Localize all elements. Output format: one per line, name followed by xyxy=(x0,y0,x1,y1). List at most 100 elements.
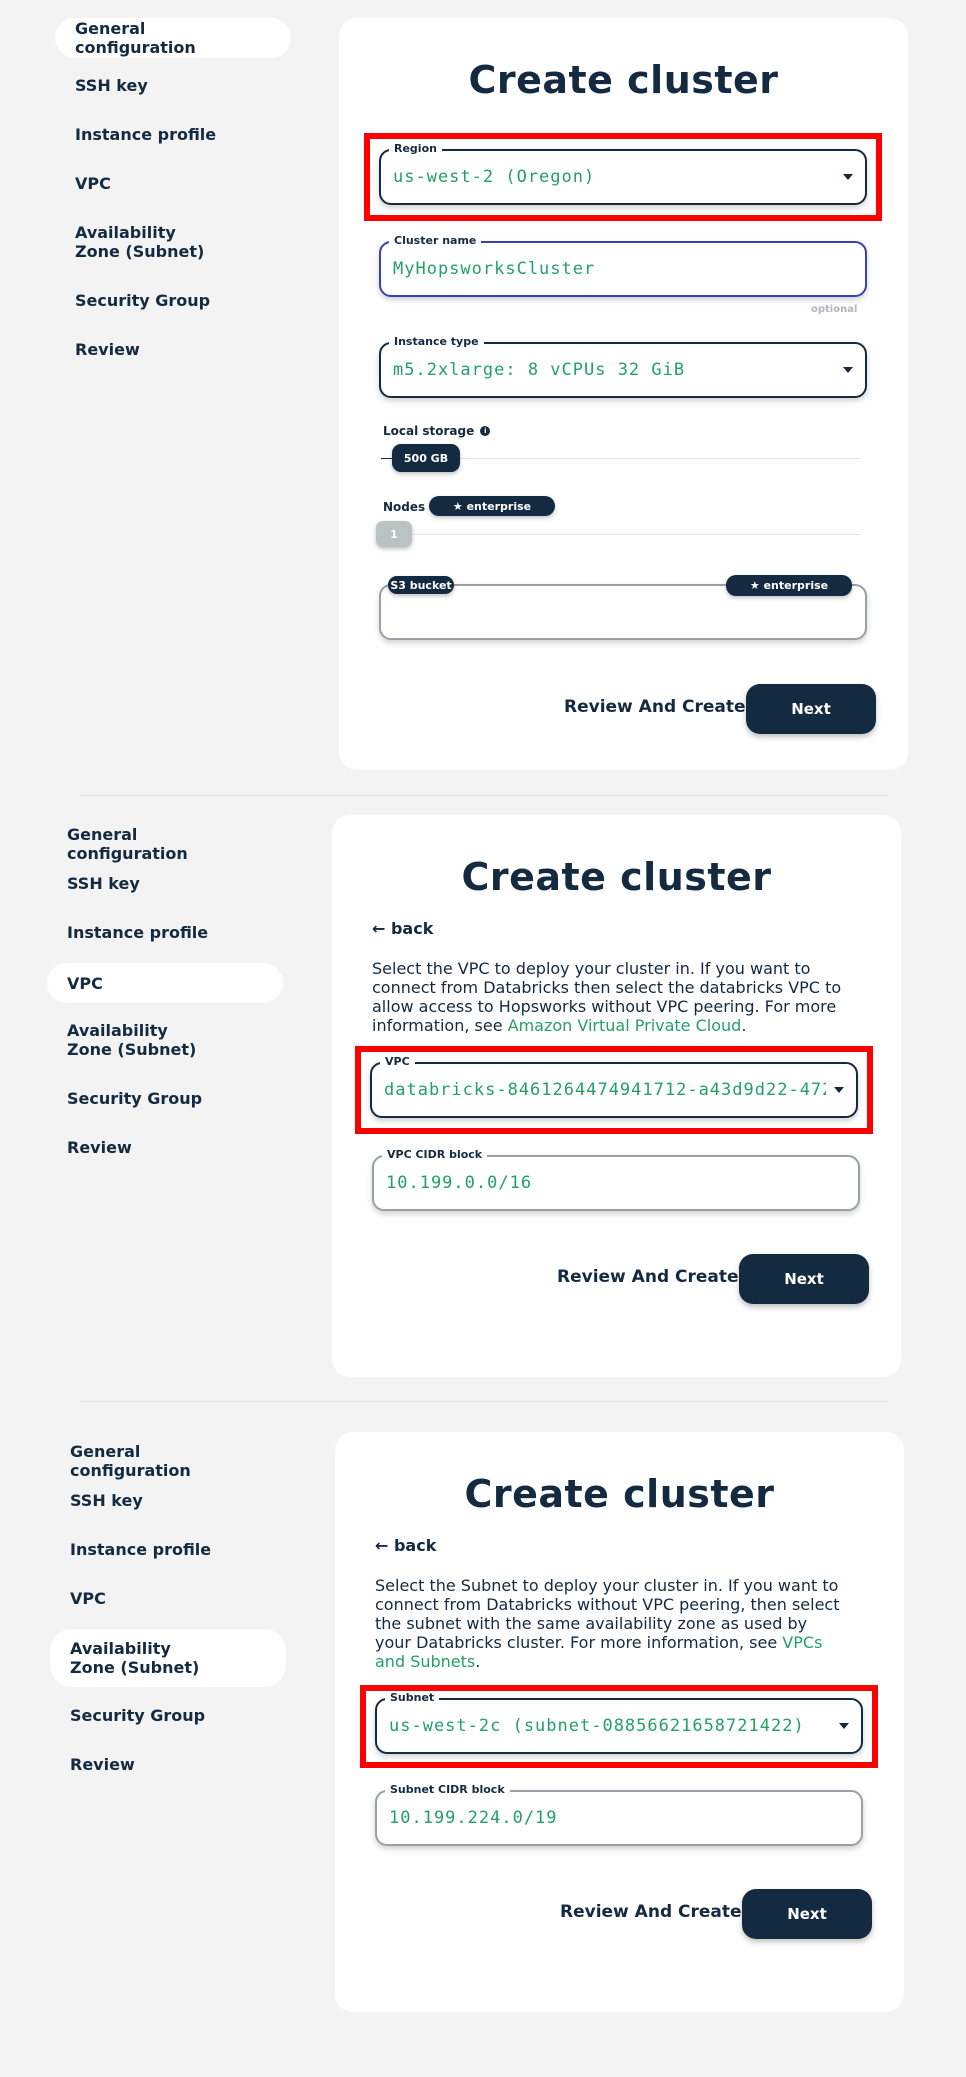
sidebar-item-label: Review xyxy=(67,1138,132,1157)
sidebar-item-instance-profile[interactable]: Instance profile xyxy=(47,923,283,942)
step-general-configuration: General configuration SSH key Instance p… xyxy=(0,0,966,790)
sidebar-item-label: SSH key xyxy=(70,1491,143,1510)
local-storage-text: Local storage xyxy=(383,424,475,438)
region-value: us-west-2 (Oregon) xyxy=(393,167,596,187)
back-link[interactable]: ← back xyxy=(375,1536,436,1555)
sidebar-item-vpc[interactable]: VPC xyxy=(50,1589,286,1608)
sidebar-item-general-configuration[interactable]: General configuration xyxy=(50,1442,286,1480)
sidebar-item-label: Instance profile xyxy=(67,923,209,942)
sidebar-item-label: SSH key xyxy=(67,874,140,893)
sidebar-item-label: General configuration xyxy=(67,825,188,863)
chevron-down-icon xyxy=(843,367,853,373)
cluster-name-field[interactable]: MyHopsworksCluster xyxy=(379,241,867,297)
next-button[interactable]: Next xyxy=(739,1254,869,1304)
sidebar-item-security-group[interactable]: Security Group xyxy=(47,1089,283,1108)
optional-hint: optional xyxy=(811,304,858,315)
sidebar-item-label: Review xyxy=(70,1755,135,1774)
amazon-vpc-link[interactable]: Amazon Virtual Private Cloud xyxy=(508,1016,742,1035)
page-title: Create cluster xyxy=(464,1472,775,1516)
nodes-slider-handle: 1 xyxy=(376,521,412,547)
review-and-create-button[interactable]: Review And Create xyxy=(557,1267,739,1287)
sidebar-item-review[interactable]: Review xyxy=(50,1755,286,1774)
sidebar-item-instance-profile[interactable]: Instance profile xyxy=(50,1540,286,1559)
region-label: Region xyxy=(389,142,442,156)
sidebar-item-label: VPC xyxy=(70,1589,106,1608)
section-divider xyxy=(80,1401,888,1402)
sidebar-item-label: General configuration xyxy=(75,19,196,57)
enterprise-badge: ★ enterprise xyxy=(726,575,852,596)
sidebar-item-label: Instance profile xyxy=(70,1540,212,1559)
instance-type-value: m5.2xlarge: 8 vCPUs 32 GiB xyxy=(393,360,686,380)
cluster-name-value: MyHopsworksCluster xyxy=(393,259,596,279)
chevron-down-icon xyxy=(843,174,853,180)
next-button[interactable]: Next xyxy=(746,684,876,734)
vpc-cidr-label: VPC CIDR block xyxy=(382,1148,488,1162)
sidebar-item-ssh-key[interactable]: SSH key xyxy=(47,874,283,893)
sidebar-item-label: SSH key xyxy=(75,76,148,95)
step-availability-zone: General configuration SSH key Instance p… xyxy=(0,1432,966,2032)
next-button[interactable]: Next xyxy=(742,1889,872,1939)
sidebar-item-review[interactable]: Review xyxy=(55,340,291,359)
create-cluster-card: Create cluster ← back Select the VPC to … xyxy=(332,815,901,1377)
info-icon: i xyxy=(480,426,491,436)
sidebar-item-label: Review xyxy=(75,340,140,359)
vpc-label: VPC xyxy=(380,1055,415,1069)
subnet-cidr-label: Subnet CIDR block xyxy=(385,1783,510,1797)
create-cluster-card: Create cluster ← back Select the Subnet … xyxy=(335,1432,904,2012)
sidebar-item-vpc[interactable]: VPC xyxy=(47,963,283,1003)
region-select[interactable]: us-west-2 (Oregon) xyxy=(379,149,867,205)
instance-type-select[interactable]: m5.2xlarge: 8 vCPUs 32 GiB xyxy=(379,342,867,398)
local-storage-slider-handle[interactable]: 500 GB xyxy=(392,444,460,472)
subnet-description: Select the Subnet to deploy your cluster… xyxy=(375,1576,840,1671)
sidebar-item-security-group[interactable]: Security Group xyxy=(55,291,291,310)
cluster-name-label: Cluster name xyxy=(389,234,482,248)
sidebar-item-label: VPC xyxy=(75,174,111,193)
vpc-cidr-value: 10.199.0.0/16 xyxy=(386,1173,533,1193)
step-vpc: General configuration SSH key Instance p… xyxy=(0,815,966,1385)
sidebar-item-label: Security Group xyxy=(75,291,211,310)
nodes-label: Nodes xyxy=(383,500,426,514)
sidebar-item-label: Availability Zone (Subnet) xyxy=(70,1639,200,1677)
review-and-create-button[interactable]: Review And Create xyxy=(564,697,746,717)
s3-bucket-label: S3 bucket xyxy=(388,576,454,594)
sidebar-item-ssh-key[interactable]: SSH key xyxy=(55,76,291,95)
chevron-down-icon xyxy=(834,1087,844,1093)
sidebar-item-availability-zone[interactable]: Availability Zone (Subnet) xyxy=(47,1021,217,1059)
nodes-track xyxy=(381,534,861,535)
page-title: Create cluster xyxy=(468,58,779,102)
sidebar-item-availability-zone[interactable]: Availability Zone (Subnet) xyxy=(50,1629,286,1687)
enterprise-badge: ★ enterprise xyxy=(429,496,555,516)
local-storage-label: Local storage i xyxy=(383,424,491,438)
vpc-cidr-field[interactable]: 10.199.0.0/16 xyxy=(372,1155,860,1211)
sidebar-item-general-configuration[interactable]: General configuration xyxy=(55,18,291,58)
sidebar-item-label: Security Group xyxy=(67,1089,203,1108)
subnet-label: Subnet xyxy=(385,1691,440,1705)
sidebar-item-label: Instance profile xyxy=(75,125,217,144)
back-link[interactable]: ← back xyxy=(372,919,433,938)
section-divider xyxy=(80,795,888,796)
sidebar-item-instance-profile[interactable]: Instance profile xyxy=(55,125,291,144)
instance-type-label: Instance type xyxy=(389,335,484,349)
subnet-cidr-value: 10.199.224.0/19 xyxy=(389,1808,558,1828)
sidebar-item-label: Security Group xyxy=(70,1706,206,1725)
sidebar-item-security-group[interactable]: Security Group xyxy=(50,1706,286,1725)
sidebar-item-label: Availability Zone (Subnet) xyxy=(67,1021,197,1059)
sidebar-item-label: Availability Zone (Subnet) xyxy=(75,223,205,261)
vpc-select[interactable]: databricks-8461264474941712-a43d9d22-472 xyxy=(370,1062,858,1118)
sidebar-item-review[interactable]: Review xyxy=(47,1138,283,1157)
sidebar-item-availability-zone[interactable]: Availability Zone (Subnet) xyxy=(55,223,225,261)
chevron-down-icon xyxy=(839,1723,849,1729)
create-cluster-card: Create cluster us-west-2 (Oregon) Region… xyxy=(339,18,908,770)
sidebar-item-ssh-key[interactable]: SSH key xyxy=(50,1491,286,1510)
subnet-cidr-field[interactable]: 10.199.224.0/19 xyxy=(375,1790,863,1846)
vpc-description: Select the VPC to deploy your cluster in… xyxy=(372,959,842,1035)
sidebar-item-label: General configuration xyxy=(70,1442,191,1480)
sidebar-item-general-configuration[interactable]: General configuration xyxy=(47,825,283,863)
subnet-value: us-west-2c (subnet-08856621658721422) xyxy=(389,1716,805,1736)
subnet-select[interactable]: us-west-2c (subnet-08856621658721422) xyxy=(375,1698,863,1754)
page-title: Create cluster xyxy=(461,855,772,899)
sidebar-item-vpc[interactable]: VPC xyxy=(55,174,291,193)
vpc-value: databricks-8461264474941712-a43d9d22-472 xyxy=(384,1080,826,1100)
sidebar-item-label: VPC xyxy=(67,973,103,993)
review-and-create-button[interactable]: Review And Create xyxy=(560,1902,742,1922)
